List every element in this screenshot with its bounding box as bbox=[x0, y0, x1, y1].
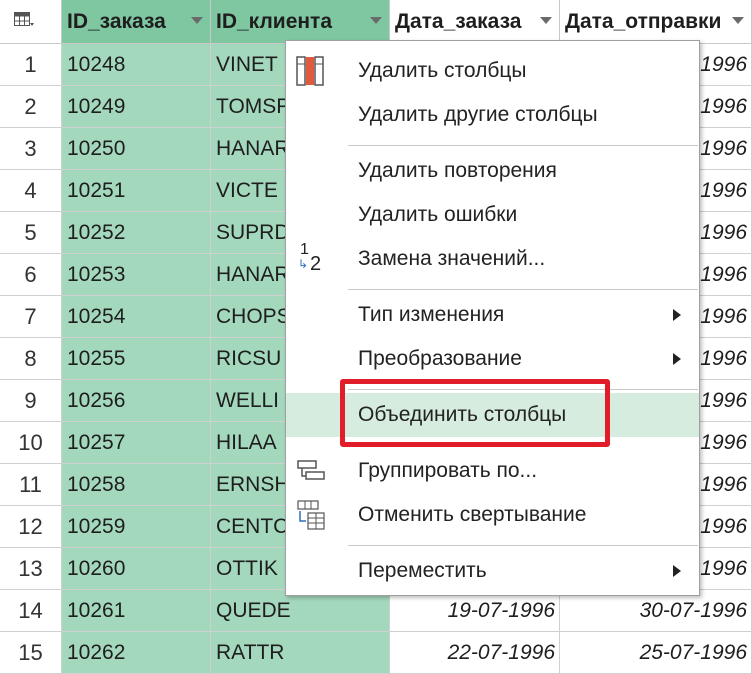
menu-item-label: Отменить свертывание bbox=[358, 503, 587, 526]
cell-order-id[interactable]: 10258 bbox=[62, 464, 211, 506]
row-number: 8 bbox=[0, 338, 62, 380]
menu-item-transform[interactable]: Преобразование bbox=[286, 337, 699, 381]
cell-order-id[interactable]: 10250 bbox=[62, 128, 211, 170]
table-row[interactable]: 14 10261 QUEDE 19-07-1996 30-07-1996 bbox=[0, 590, 752, 632]
menu-item-label: Удалить ошибки bbox=[358, 203, 518, 226]
row-number: 6 bbox=[0, 254, 62, 296]
menu-separator bbox=[348, 145, 698, 146]
table-icon bbox=[14, 12, 34, 26]
menu-item-label: Удалить другие столбцы bbox=[358, 103, 598, 126]
cell-order-id[interactable]: 10256 bbox=[62, 380, 211, 422]
highlight-box bbox=[340, 379, 610, 447]
submenu-arrow-icon bbox=[673, 565, 681, 577]
filter-dropdown-icon[interactable] bbox=[732, 17, 744, 24]
column-header-label: Дата_заказа bbox=[395, 9, 522, 33]
cell-order-id[interactable]: 10255 bbox=[62, 338, 211, 380]
row-number: 9 bbox=[0, 380, 62, 422]
replace-icon-digit-2: 2 bbox=[310, 253, 322, 275]
menu-item-remove-duplicates[interactable]: Удалить повторения bbox=[286, 149, 699, 193]
row-number: 7 bbox=[0, 296, 62, 338]
group-by-icon bbox=[297, 460, 325, 480]
column-header-label: Дата_отправки bbox=[565, 9, 722, 33]
remove-columns-icon bbox=[296, 56, 324, 86]
cell-order-id[interactable]: 10254 bbox=[62, 296, 211, 338]
cell-client-id[interactable]: RATTR bbox=[211, 632, 390, 674]
cell-order-date[interactable]: 19-07-1996 bbox=[390, 590, 560, 632]
filter-dropdown-icon[interactable] bbox=[370, 17, 382, 24]
row-number: 12 bbox=[0, 506, 62, 548]
menu-item-label: Замена значений... bbox=[358, 247, 546, 270]
column-header-order-id[interactable]: ID_заказа bbox=[62, 0, 211, 44]
menu-item-label: Преобразование bbox=[358, 347, 522, 370]
column-header-client-id[interactable]: ID_клиента bbox=[211, 0, 390, 44]
row-number: 15 bbox=[0, 632, 62, 674]
menu-item-remove-columns[interactable]: Удалить столбцы bbox=[286, 49, 699, 93]
menu-item-label: Удалить столбцы bbox=[358, 59, 527, 82]
cell-order-id[interactable]: 10251 bbox=[62, 170, 211, 212]
submenu-arrow-icon bbox=[673, 309, 681, 321]
row-number: 14 bbox=[0, 590, 62, 632]
table-row[interactable]: 15 10262 RATTR 22-07-1996 25-07-1996 bbox=[0, 632, 752, 674]
replace-values-icon: 1 ↳ 2 bbox=[298, 241, 322, 275]
menu-item-label: Удалить повторения bbox=[358, 159, 557, 182]
cell-order-date[interactable]: 22-07-1996 bbox=[390, 632, 560, 674]
submenu-arrow-icon bbox=[673, 353, 681, 365]
table-menu-button[interactable] bbox=[0, 0, 62, 44]
row-number: 5 bbox=[0, 212, 62, 254]
cell-order-id[interactable]: 10259 bbox=[62, 506, 211, 548]
column-header-ship-date[interactable]: Дата_отправки bbox=[560, 0, 752, 44]
menu-item-group-by[interactable]: Группировать по... bbox=[286, 449, 699, 493]
cell-order-id[interactable]: 10249 bbox=[62, 86, 211, 128]
cell-ship-date[interactable]: 30-07-1996 bbox=[560, 590, 752, 632]
cell-ship-date[interactable]: 25-07-1996 bbox=[560, 632, 752, 674]
menu-item-label: Группировать по... bbox=[358, 459, 538, 482]
column-header-label: ID_клиента bbox=[216, 9, 333, 33]
cell-order-id[interactable]: 10252 bbox=[62, 212, 211, 254]
cell-order-id[interactable]: 10257 bbox=[62, 422, 211, 464]
menu-item-unpivot[interactable]: Отменить свертывание bbox=[286, 493, 699, 537]
cell-order-id[interactable]: 10248 bbox=[62, 44, 211, 86]
menu-separator bbox=[348, 545, 698, 546]
filter-dropdown-icon[interactable] bbox=[191, 17, 203, 24]
menu-item-label: Переместить bbox=[358, 559, 487, 582]
menu-separator bbox=[348, 289, 698, 290]
unpivot-icon bbox=[297, 500, 325, 530]
cell-order-id[interactable]: 10262 bbox=[62, 632, 211, 674]
cell-order-id[interactable]: 10261 bbox=[62, 590, 211, 632]
menu-item-remove-errors[interactable]: Удалить ошибки bbox=[286, 193, 699, 237]
menu-item-move[interactable]: Переместить bbox=[286, 549, 699, 593]
cell-order-id[interactable]: 10253 bbox=[62, 254, 211, 296]
menu-item-replace-values[interactable]: 1 ↳ 2 Замена значений... bbox=[286, 237, 699, 281]
row-number: 11 bbox=[0, 464, 62, 506]
row-number: 2 bbox=[0, 86, 62, 128]
row-number: 13 bbox=[0, 548, 62, 590]
context-menu: Удалить столбцы Удалить другие столбцы У… bbox=[285, 40, 700, 596]
row-number: 3 bbox=[0, 128, 62, 170]
cell-client-id[interactable]: QUEDE bbox=[211, 590, 390, 632]
menu-item-label: Тип изменения bbox=[358, 303, 505, 326]
menu-item-change-type[interactable]: Тип изменения bbox=[286, 293, 699, 337]
row-number: 1 bbox=[0, 44, 62, 86]
row-number: 10 bbox=[0, 422, 62, 464]
column-header-order-date[interactable]: Дата_заказа bbox=[390, 0, 560, 44]
menu-item-remove-other-columns[interactable]: Удалить другие столбцы bbox=[286, 93, 699, 137]
filter-dropdown-icon[interactable] bbox=[540, 17, 552, 24]
row-number: 4 bbox=[0, 170, 62, 212]
column-header-label: ID_заказа bbox=[67, 9, 166, 33]
cell-order-id[interactable]: 10260 bbox=[62, 548, 211, 590]
